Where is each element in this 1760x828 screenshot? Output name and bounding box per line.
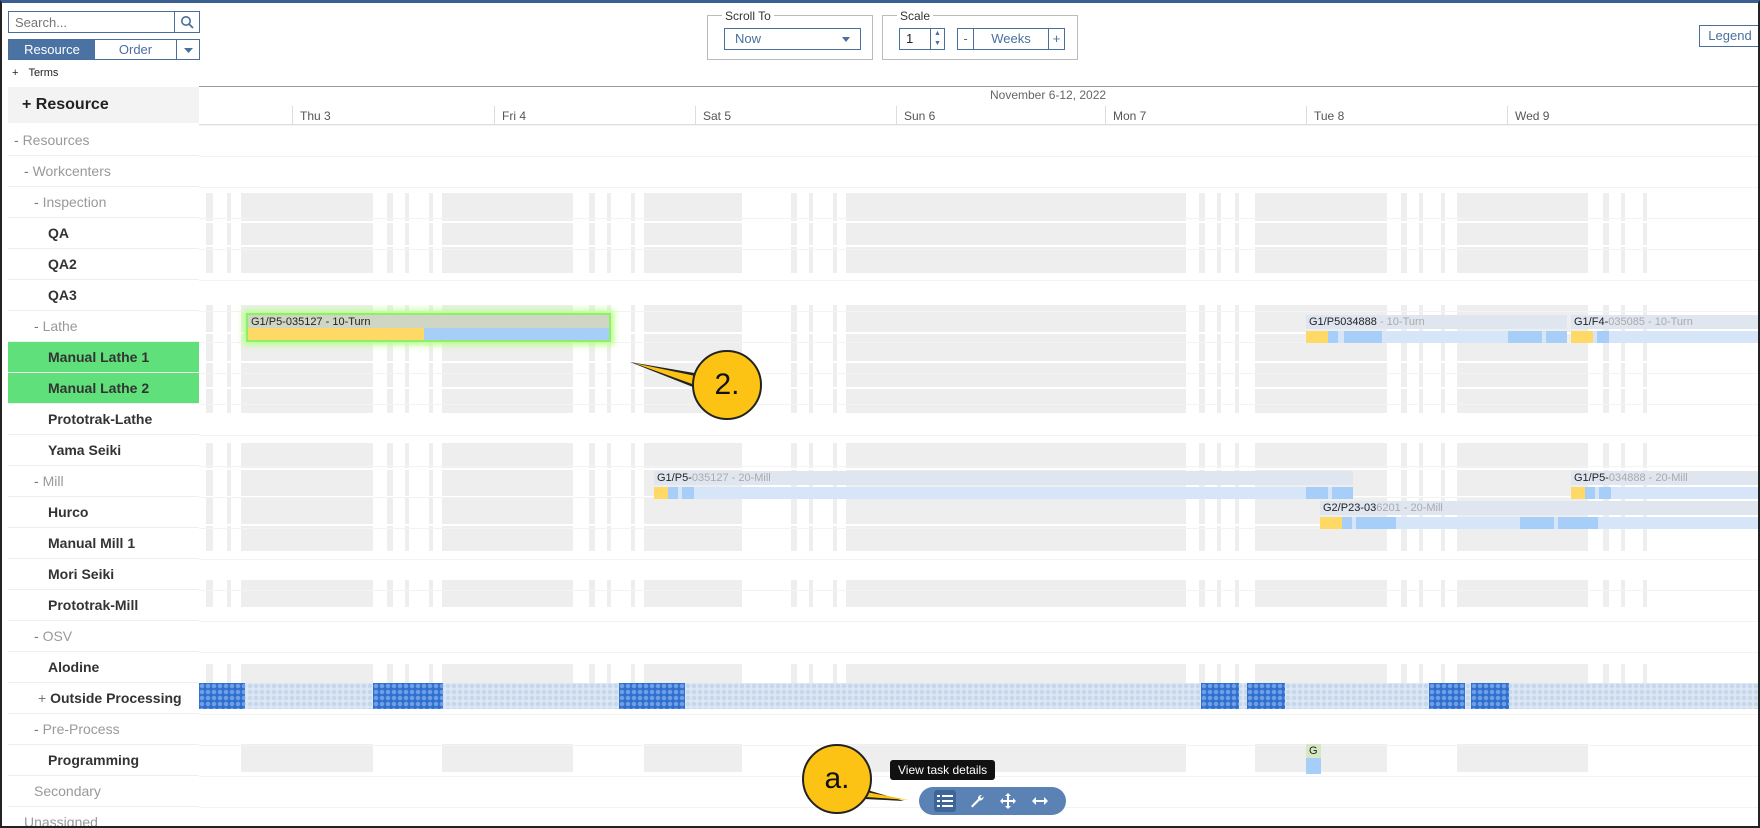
edit-task-button[interactable]	[966, 790, 988, 812]
wrench-icon	[970, 794, 984, 808]
move-task-button[interactable]	[997, 790, 1019, 812]
callout-lines	[630, 362, 909, 801]
view-task-details-button[interactable]	[933, 790, 956, 812]
resize-horizontal-icon	[1032, 797, 1049, 805]
callout-a: a.	[802, 744, 872, 814]
task-action-toolbar	[919, 787, 1066, 815]
tooltip: View task details	[890, 760, 996, 780]
callout-2: 2.	[692, 350, 762, 420]
scheduler-window: Resource Order +Terms + Resource - Resou…	[0, 0, 1760, 828]
resize-task-button[interactable]	[1029, 790, 1051, 812]
list-details-icon	[936, 795, 953, 807]
move-icon	[1000, 793, 1017, 809]
